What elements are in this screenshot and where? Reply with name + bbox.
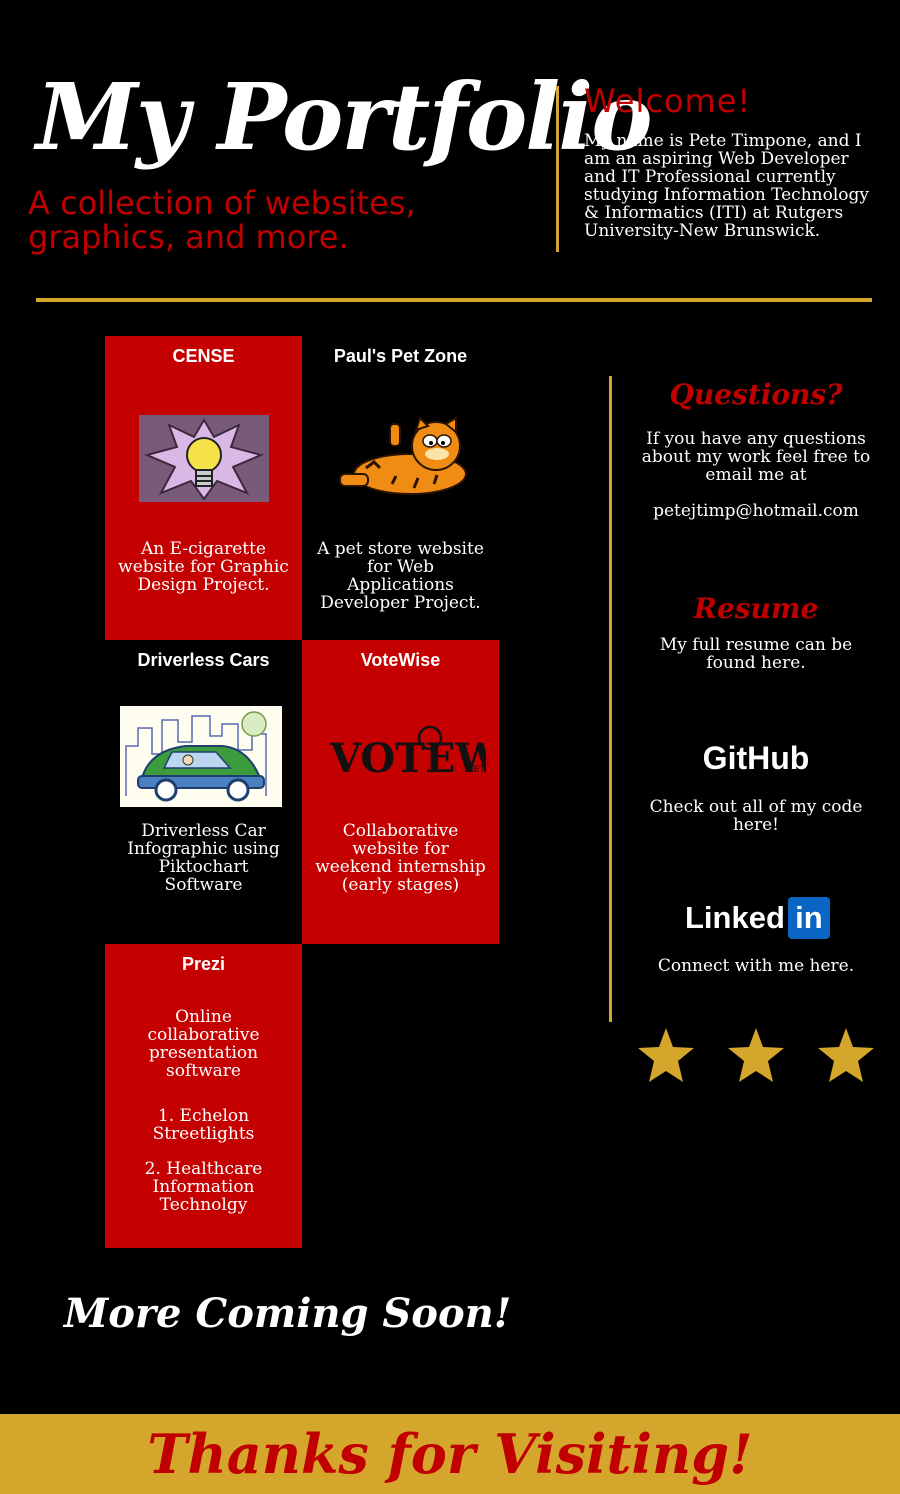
project-description: An E-cigarette website for Graphic Desig… xyxy=(118,539,289,595)
star-icon xyxy=(728,1028,784,1082)
linkedin-badge: in xyxy=(787,897,830,939)
lightbulb-image xyxy=(139,415,269,502)
project-description: Driverless Car Infographic using Piktoch… xyxy=(127,821,280,895)
resume-text[interactable]: My full resume can be found here. xyxy=(640,636,872,672)
project-title: VoteWise xyxy=(360,650,441,670)
github-logo[interactable]: GitHub xyxy=(612,740,900,777)
section-divider xyxy=(36,298,872,302)
project-item: 2. Healthcare Information Technolgy xyxy=(144,1159,263,1215)
votewise-logo-suffix: .NET xyxy=(464,765,485,775)
project-tile-prezi[interactable]: Prezi Online collaborative presentation … xyxy=(105,944,302,1248)
project-tile-votewise[interactable]: VoteWise VOTEWISE .NET Collaborative web… xyxy=(302,640,499,944)
star-icon xyxy=(638,1028,694,1082)
resume-heading[interactable]: Resume xyxy=(612,592,900,625)
votewise-logo-text: VOTEWISE xyxy=(329,735,486,780)
project-tile-driverless[interactable]: Driverless Cars Driverless Car Infograph… xyxy=(105,640,302,944)
page-subtitle: A collection of websites, graphics, and … xyxy=(28,184,416,256)
project-description: Collaborative website for weekend intern… xyxy=(315,821,486,895)
project-item: 1. Echelon Streetlights xyxy=(152,1106,255,1144)
email-link[interactable]: petejtimp@hotmail.com xyxy=(612,502,900,520)
star-icon xyxy=(818,1028,874,1082)
footer: Thanks for Visiting! xyxy=(0,1414,900,1494)
project-description: A pet store website for Web Applications… xyxy=(317,539,484,613)
welcome-text: My name is Pete Timpone, and I am an asp… xyxy=(584,131,869,241)
questions-text: If you have any questions about my work … xyxy=(641,429,871,485)
project-tile-pets[interactable]: Paul's Pet Zone A pet store website for … xyxy=(302,336,499,640)
project-title: Prezi xyxy=(181,954,226,974)
garfield-image xyxy=(339,416,467,495)
sidebar-divider xyxy=(609,376,612,1022)
header-divider xyxy=(556,86,559,252)
project-tile-cense[interactable]: CENSE An E-cigarette website for Graphic… xyxy=(105,336,302,640)
more-coming-heading: More Coming Soon! xyxy=(64,1290,512,1337)
project-title: Paul's Pet Zone xyxy=(333,346,468,366)
driverless-car-image xyxy=(120,706,282,807)
linkedin-logo-word: Linked xyxy=(685,900,785,935)
votewise-logo: VOTEWISE .NET xyxy=(329,725,486,780)
linkedin-text[interactable]: Connect with me here. xyxy=(620,957,892,975)
project-description: Online collaborative presentation softwa… xyxy=(147,1007,260,1081)
linkedin-logo[interactable]: Linked in xyxy=(685,896,830,940)
github-text[interactable]: Check out all of my code here! xyxy=(640,798,872,834)
project-title: CENSE xyxy=(172,346,235,366)
welcome-heading: Welcome! xyxy=(584,82,752,120)
questions-heading: Questions? xyxy=(669,378,843,411)
thanks-text: Thanks for Visiting! xyxy=(147,1422,753,1486)
project-title: Driverless Cars xyxy=(137,650,270,670)
